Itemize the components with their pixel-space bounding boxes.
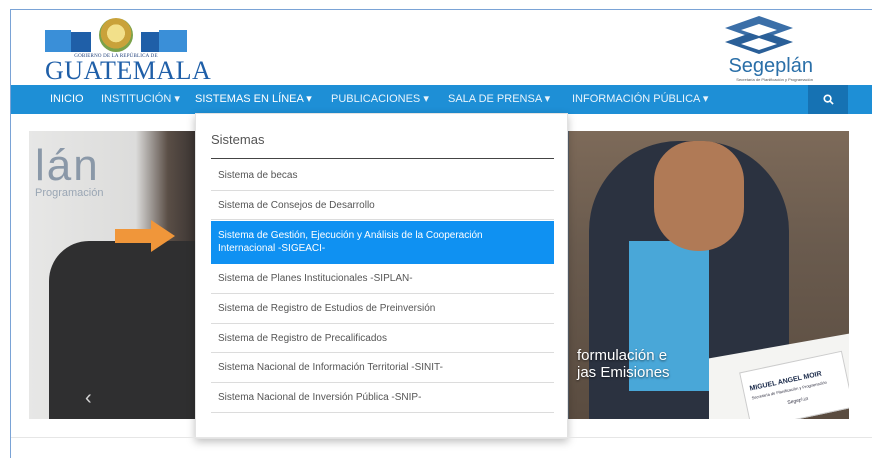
caret-down-icon: ▾ (544, 93, 551, 105)
carousel-next-icon[interactable]: › (799, 387, 806, 410)
caption-line: jas Emisiones (577, 364, 670, 381)
nav-item-inicio[interactable]: INICIO (50, 85, 84, 114)
menu-item-precalificados[interactable]: Sistema de Registro de Precalificados (211, 324, 554, 353)
menu-item-label: Internacional -SIGEACI- (218, 243, 326, 254)
segeplan-mark-icon (725, 16, 793, 54)
menu-item-label: Sistema Nacional de Inversión Pública -S… (218, 392, 422, 403)
nav-label: INICIO (50, 93, 84, 105)
site-header: GOBIERNO DE LA REPÚBLICA DE GUATEMALA Se… (11, 10, 872, 85)
carousel-prev-icon[interactable]: ‹ (85, 387, 92, 410)
dropdown-title: Sistemas (211, 132, 265, 147)
caret-down-icon: ▾ (423, 93, 429, 105)
pointer-arrow-icon (115, 220, 175, 252)
segeplan-name: Segeplán (728, 55, 813, 77)
nav-label: SISTEMAS EN LÍNEA (195, 93, 304, 105)
banner-caption[interactable]: formulación e jas Emisiones (577, 347, 670, 381)
coat-of-arms-icon (99, 18, 133, 52)
caret-down-icon: ▾ (174, 93, 180, 105)
menu-item-label: Sistema de Registro de Estudios de Prein… (218, 303, 436, 314)
gt-logo-big-text: GUATEMALA (45, 56, 212, 85)
banner-person-left (49, 241, 209, 419)
segeplan-logo[interactable]: Segeplán Secretaría de Planificación y P… (709, 14, 813, 84)
menu-item-sistema-de-becas[interactable]: Sistema de becas (211, 161, 554, 191)
menu-item-consejos-de-desarrollo[interactable]: Sistema de Consejos de Desarrollo (211, 191, 554, 220)
flag-stripe-icon (71, 32, 91, 52)
dropdown-divider (211, 158, 554, 159)
menu-item-sinit[interactable]: Sistema Nacional de Información Territor… (211, 353, 554, 383)
caret-down-icon: ▾ (702, 93, 709, 105)
menu-item-label: Sistema de Planes Institucionales -SIPLA… (218, 273, 413, 284)
nav-item-publicaciones[interactable]: PUBLICACIONES ▾ (331, 85, 429, 114)
menu-item-sigeaci[interactable]: Sistema de Gestión, Ejecución y Análisis… (211, 221, 554, 264)
caret-down-icon: ▾ (306, 93, 312, 105)
menu-item-label: Sistema de Registro de Precalificados (218, 333, 387, 344)
menu-item-siplan[interactable]: Sistema de Planes Institucionales -SIPLA… (211, 264, 554, 294)
flag-stripe-icon (141, 32, 161, 52)
caption-line: formulación e (577, 347, 668, 364)
nav-item-informacion-publica[interactable]: INFORMACIÓN PÚBLICA ▾ (572, 85, 708, 114)
flag-stripe-icon (45, 30, 71, 52)
segeplan-subtitle: Secretaría de Planificación y Programaci… (736, 77, 813, 82)
search-icon (822, 94, 834, 105)
nav-label: PUBLICACIONES (331, 93, 421, 105)
flag-stripe-icon (159, 30, 187, 52)
banner-left-subtext: Programación (35, 187, 104, 199)
main-navbar: INICIO INSTITUCIÓN ▾ SISTEMAS EN LÍNEA ▾… (11, 85, 872, 114)
menu-item-snip[interactable]: Sistema Nacional de Inversión Pública -S… (211, 383, 554, 413)
nav-label: INSTITUCIÓN (101, 93, 172, 105)
nav-label: INFORMACIÓN PÚBLICA (572, 93, 700, 105)
menu-item-estudios-preinversion[interactable]: Sistema de Registro de Estudios de Prein… (211, 294, 554, 324)
page-frame: GOBIERNO DE LA REPÚBLICA DE GUATEMALA Se… (10, 9, 872, 458)
sistemas-dropdown-menu: Sistemas Sistema de becas Sistema de Con… (195, 113, 568, 439)
nav-item-sistemas-en-linea[interactable]: SISTEMAS EN LÍNEA ▾ (195, 85, 312, 114)
content-divider (11, 437, 872, 438)
menu-item-label: Sistema Nacional de Información Territor… (218, 362, 443, 373)
menu-item-label: Sistema de Consejos de Desarrollo (218, 200, 375, 211)
menu-item-label: Sistema de Gestión, Ejecución y Análisis… (218, 230, 483, 241)
banner-person-face (654, 141, 744, 251)
banner-left-text: lán (35, 141, 100, 190)
nav-item-sala-de-prensa[interactable]: SALA DE PRENSA ▾ (448, 85, 550, 114)
nav-item-institucion[interactable]: INSTITUCIÓN ▾ (101, 85, 180, 114)
nav-label: SALA DE PRENSA (448, 93, 542, 105)
guatemala-government-logo[interactable]: GOBIERNO DE LA REPÚBLICA DE GUATEMALA (45, 16, 212, 85)
menu-item-label: Sistema de becas (218, 170, 298, 181)
search-button[interactable] (808, 85, 848, 114)
